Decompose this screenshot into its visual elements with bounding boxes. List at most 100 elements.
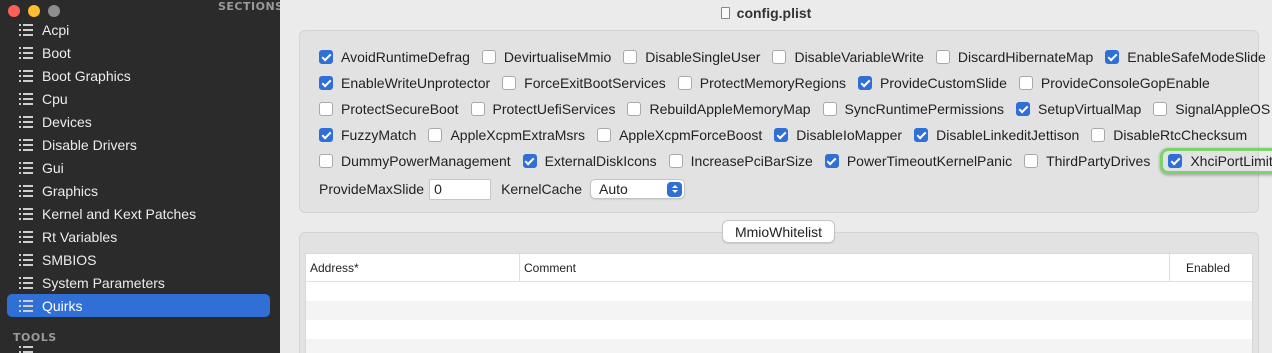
checkbox-label: DevirtualiseMmio <box>503 49 612 65</box>
checkbox-unchecked-icon[interactable] <box>772 50 787 64</box>
checkbox-label: DisableIoMapper <box>796 127 903 143</box>
sidebar-item-kernel-and-kext-patches[interactable]: Kernel and Kext Patches <box>7 202 270 225</box>
mmio-whitelist-tab-button[interactable]: MmioWhitelist <box>722 220 835 243</box>
checkbox-applexcpmforceboost[interactable]: AppleXcpmForceBoost <box>597 127 762 143</box>
quirks-checkbox-row: EnableWriteUnprotector ForceExitBootServi… <box>319 73 1222 93</box>
sidebar-item-boot[interactable]: Boot <box>7 41 270 64</box>
checkbox-forceexitbootservices[interactable]: ForceExitBootServices <box>502 75 666 91</box>
sidebar-item-smbios[interactable]: SMBIOS <box>7 248 270 271</box>
checkbox-unchecked-icon[interactable] <box>470 102 485 116</box>
provide-max-slide-label: ProvideMaxSlide <box>319 181 425 197</box>
checkbox-checked-icon[interactable] <box>319 76 333 90</box>
close-window-button[interactable] <box>8 5 20 17</box>
sidebar-item-graphics[interactable]: Graphics <box>7 179 270 202</box>
checkbox-label: ExternalDiskIcons <box>544 153 657 169</box>
sidebar-item-devices[interactable]: Devices <box>7 110 270 133</box>
sidebar-item-gui[interactable]: Gui <box>7 156 270 179</box>
checkbox-checked-icon[interactable] <box>522 154 537 168</box>
checkbox-unchecked-icon[interactable] <box>627 102 642 116</box>
sidebar-item-label: Boot <box>42 44 71 61</box>
checkbox-disablertcchecksum[interactable]: DisableRtcChecksum <box>1091 127 1247 143</box>
checkbox-label: DisableSingleUser <box>645 49 761 65</box>
zoom-window-button[interactable] <box>48 5 60 17</box>
checkbox-label: ProtectUefiServices <box>492 101 616 117</box>
checkbox-syncruntimepermissions[interactable]: SyncRuntimePermissions <box>822 101 1004 117</box>
minimize-window-button[interactable] <box>28 5 40 17</box>
checkbox-unchecked-icon[interactable] <box>935 50 950 64</box>
checkbox-unchecked-icon[interactable] <box>1091 128 1106 142</box>
checkbox-checked-icon[interactable] <box>1168 154 1183 168</box>
checkbox-unchecked-icon[interactable] <box>428 128 443 142</box>
checkbox-checked-icon[interactable] <box>1016 102 1031 116</box>
quirks-fields-row: ProvideMaxSlide KernelCache Auto <box>319 178 685 200</box>
checkbox-unchecked-icon[interactable] <box>319 154 333 168</box>
checkbox-unchecked-icon[interactable] <box>1153 102 1168 116</box>
checkbox-checked-icon[interactable] <box>824 154 839 168</box>
provide-max-slide-input[interactable] <box>429 178 492 200</box>
sidebar-item-disable-drivers[interactable]: Disable Drivers <box>7 133 270 156</box>
checkbox-dummypowermanagement[interactable]: DummyPowerManagement <box>319 153 511 169</box>
checkbox-xhciportlimit[interactable]: XhciPortLimit <box>1160 148 1272 174</box>
checkbox-unchecked-icon[interactable] <box>597 128 612 142</box>
checkbox-fuzzymatch[interactable]: FuzzyMatch <box>319 127 416 143</box>
checkbox-disablelinkeditjettison[interactable]: DisableLinkeditJettison <box>914 127 1079 143</box>
checkbox-checked-icon[interactable] <box>1105 50 1120 64</box>
checkbox-disablesingleuser[interactable]: DisableSingleUser <box>623 49 760 65</box>
checkbox-label: EnableWriteUnprotector <box>341 75 491 91</box>
checkbox-unchecked-icon[interactable] <box>677 76 692 90</box>
checkbox-protectmemoryregions[interactable]: ProtectMemoryRegions <box>677 75 846 91</box>
checkbox-providecustomslide[interactable]: ProvideCustomSlide <box>858 75 1007 91</box>
checkbox-unchecked-icon[interactable] <box>319 102 333 116</box>
checkbox-signalappleos[interactable]: SignalAppleOS <box>1153 101 1270 117</box>
checkbox-unchecked-icon[interactable] <box>822 102 837 116</box>
checkbox-label: SignalAppleOS <box>1175 101 1271 117</box>
column-header-comment[interactable]: Comment <box>519 254 1169 281</box>
sidebar-item-quirks[interactable]: Quirks <box>7 294 270 317</box>
tools-header: TOOLS <box>13 331 57 344</box>
checkbox-setupvirtualmap[interactable]: SetupVirtualMap <box>1016 101 1141 117</box>
checkbox-label: FuzzyMatch <box>341 127 417 143</box>
checkbox-checked-icon[interactable] <box>858 76 873 90</box>
checkbox-label: XhciPortLimit <box>1190 153 1272 169</box>
sidebar-item-acpi[interactable]: Acpi <box>7 18 270 41</box>
checkbox-checked-icon[interactable] <box>319 50 333 64</box>
checkbox-checked-icon[interactable] <box>914 128 929 142</box>
checkbox-checked-icon[interactable] <box>319 128 333 142</box>
checkbox-rebuildapplememorymap[interactable]: RebuildAppleMemoryMap <box>627 101 811 117</box>
quirks-checkbox-row: ProtectSecureBoot ProtectUefiServices Rebu… <box>319 99 1272 119</box>
column-header-address[interactable]: Address* <box>306 254 519 281</box>
checkbox-enablesafemodeslide[interactable]: EnableSafeModeSlide <box>1105 49 1266 65</box>
checkbox-avoidruntimedefrag[interactable]: AvoidRuntimeDefrag <box>319 49 470 65</box>
checkbox-label: EnableSafeModeSlide <box>1127 49 1266 65</box>
checkbox-discardhibernatemap[interactable]: DiscardHibernateMap <box>935 49 1093 65</box>
checkbox-label: AppleXcpmExtraMsrs <box>450 127 586 143</box>
checkbox-provideconsolegopenable[interactable]: ProvideConsoleGopEnable <box>1018 75 1210 91</box>
checkbox-applexcpmextramsrs[interactable]: AppleXcpmExtraMsrs <box>428 127 585 143</box>
sidebar-item-cpu[interactable]: Cpu <box>7 87 270 110</box>
checkbox-thirdpartydrives[interactable]: ThirdPartyDrives <box>1024 153 1150 169</box>
checkbox-unchecked-icon[interactable] <box>1018 76 1033 90</box>
checkbox-powertimeoutkernelpanic[interactable]: PowerTimeoutKernelPanic <box>824 153 1012 169</box>
checkbox-unchecked-icon[interactable] <box>502 76 517 90</box>
checkbox-disableiomapper[interactable]: DisableIoMapper <box>774 127 902 143</box>
checkbox-protectuefiservices[interactable]: ProtectUefiServices <box>470 101 616 117</box>
checkbox-unchecked-icon[interactable] <box>623 50 638 64</box>
checkbox-disablevariablewrite[interactable]: DisableVariableWrite <box>772 49 924 65</box>
sidebar-item-system-parameters[interactable]: System Parameters <box>7 271 270 294</box>
checkbox-devirtualisemmio[interactable]: DevirtualiseMmio <box>481 49 612 65</box>
list-icon <box>19 92 33 105</box>
checkbox-increasepcibarsize[interactable]: IncreasePciBarSize <box>668 153 813 169</box>
checkbox-enablewriteunprotector[interactable]: EnableWriteUnprotector <box>319 75 490 91</box>
checkbox-unchecked-icon[interactable] <box>481 50 496 64</box>
sidebar-item-label: Devices <box>42 113 92 130</box>
checkbox-checked-icon[interactable] <box>774 128 789 142</box>
checkbox-unchecked-icon[interactable] <box>1024 154 1039 168</box>
kernel-cache-select[interactable]: Auto <box>590 179 685 199</box>
checkbox-label: DisableRtcChecksum <box>1113 127 1248 143</box>
checkbox-unchecked-icon[interactable] <box>668 154 683 168</box>
sidebar-item-rt-variables[interactable]: Rt Variables <box>7 225 270 248</box>
column-header-enabled[interactable]: Enabled <box>1169 254 1252 281</box>
checkbox-protectsecureboot[interactable]: ProtectSecureBoot <box>319 101 459 117</box>
sidebar-item-boot-graphics[interactable]: Boot Graphics <box>7 64 270 87</box>
checkbox-externaldiskicons[interactable]: ExternalDiskIcons <box>522 153 657 169</box>
